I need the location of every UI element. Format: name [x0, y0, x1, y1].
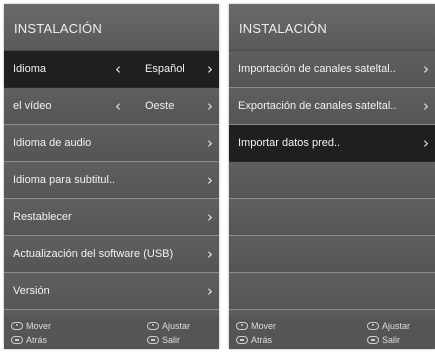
chevron-left-icon[interactable]: ‹: [115, 88, 121, 125]
menu-item-label: el vídeo: [13, 100, 52, 112]
hint-back: Atrás: [236, 335, 272, 345]
empty-row: [229, 199, 435, 236]
menu-item-label: Exportación de canales sateltal..: [238, 100, 397, 112]
chevron-right-icon[interactable]: ›: [423, 125, 429, 162]
empty-row: [229, 273, 435, 310]
dpad-icon: [236, 322, 248, 330]
hint-adjust-label: Ajustar: [162, 321, 191, 331]
chevron-right-icon[interactable]: ›: [207, 162, 213, 199]
hint-move-label: Mover: [26, 321, 52, 331]
menu-title: INSTALACIÓN: [4, 4, 219, 51]
dpad-icon: [11, 322, 23, 330]
hint-adjust: Ajustar: [147, 321, 190, 331]
chevron-right-icon[interactable]: ›: [207, 199, 213, 236]
menu-item-subtitle-language[interactable]: Idioma para subtitul.. ›: [4, 162, 219, 199]
hint-exit: Salir: [147, 335, 180, 345]
menu-item-label: Versión: [13, 285, 50, 297]
hint-adjust: Ajustar: [367, 321, 410, 331]
chevron-right-icon[interactable]: ›: [423, 51, 429, 88]
chevron-right-icon[interactable]: ›: [207, 236, 213, 273]
menu-item-audio-language[interactable]: Idioma de audio ›: [4, 125, 219, 162]
exit-key-icon: [147, 336, 159, 344]
menu-item-import-satellite-channels[interactable]: Importación de canales sateltal.. ›: [229, 51, 435, 88]
exit-key-icon: [367, 336, 379, 344]
menu-list: Importación de canales sateltal.. › Expo…: [229, 51, 435, 310]
back-key-icon: [236, 336, 248, 344]
installation-menu-left: INSTALACIÓN Idioma ‹ Español › el vídeo …: [4, 4, 219, 349]
menu-item-label: Idioma: [13, 63, 47, 75]
ok-button-icon: [367, 322, 379, 330]
hint-exit-label: Salir: [382, 335, 401, 345]
menu-item-import-default-data[interactable]: Importar datos pred.. ›: [229, 125, 435, 162]
menu-item-export-satellite-channels[interactable]: Exportación de canales sateltal.. ›: [229, 88, 435, 125]
hint-back-label: Atrás: [26, 335, 48, 345]
menu-item-label: Idioma de audio: [13, 137, 92, 149]
menu-title: INSTALACIÓN: [229, 4, 435, 51]
installation-menu-right: INSTALACIÓN Importación de canales satel…: [229, 4, 435, 349]
chevron-left-icon[interactable]: ‹: [115, 51, 121, 88]
chevron-right-icon[interactable]: ›: [423, 88, 429, 125]
menu-item-video[interactable]: el vídeo ‹ Oeste ›: [4, 88, 219, 125]
chevron-right-icon[interactable]: ›: [207, 51, 213, 88]
key-hints-footer: Mover Ajustar Atrás Salir: [4, 317, 219, 349]
empty-row: [229, 162, 435, 199]
hint-exit-label: Salir: [162, 335, 181, 345]
menu-item-label: Importación de canales sateltal..: [238, 63, 396, 75]
menu-item-reset[interactable]: Restablecer ›: [4, 199, 219, 236]
hint-back: Atrás: [11, 335, 47, 345]
back-key-icon: [11, 336, 23, 344]
chevron-right-icon[interactable]: ›: [207, 88, 213, 125]
menu-item-software-update[interactable]: Actualización del software (USB) ›: [4, 236, 219, 273]
menu-item-label: Actualización del software (USB): [13, 248, 174, 260]
menu-item-label: Importar datos pred..: [238, 137, 341, 149]
empty-row: [229, 236, 435, 273]
menu-item-version[interactable]: Versión ›: [4, 273, 219, 310]
hint-move: Mover: [11, 321, 51, 331]
hint-adjust-label: Ajustar: [382, 321, 411, 331]
menu-item-label: Idioma para subtitul..: [13, 174, 116, 186]
menu-item-language[interactable]: Idioma ‹ Español ›: [4, 51, 219, 88]
menu-item-value: Español: [145, 63, 185, 75]
ok-button-icon: [147, 322, 159, 330]
chevron-right-icon[interactable]: ›: [207, 125, 213, 162]
key-hints-footer: Mover Ajustar Atrás Salir: [229, 317, 435, 349]
hint-back-label: Atrás: [251, 335, 273, 345]
chevron-right-icon[interactable]: ›: [207, 273, 213, 310]
menu-item-label: Restablecer: [13, 211, 72, 223]
hint-exit: Salir: [367, 335, 400, 345]
menu-list: Idioma ‹ Español › el vídeo ‹ Oeste › Id…: [4, 51, 219, 310]
hint-move: Mover: [236, 321, 276, 331]
menu-item-value: Oeste: [145, 100, 175, 112]
hint-move-label: Mover: [251, 321, 277, 331]
